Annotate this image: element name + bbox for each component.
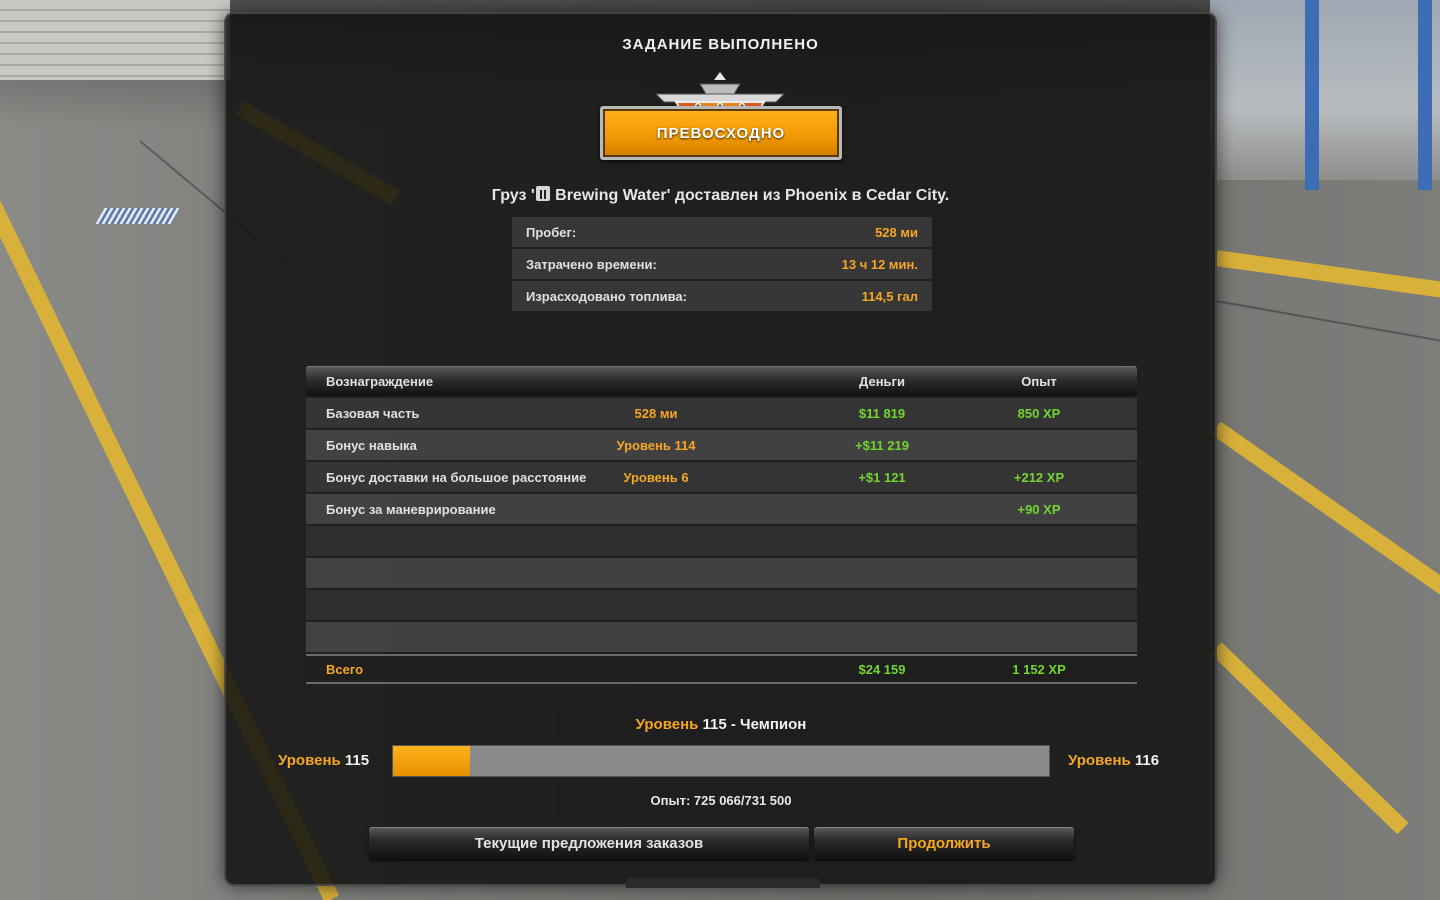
reward-xp: 850 XP <box>1017 405 1061 421</box>
rewards-table: Вознаграждение Деньги Опыт Базовая часть… <box>306 366 1137 684</box>
total-money: $24 159 <box>858 661 906 677</box>
rewards-header: Вознаграждение Деньги Опыт <box>306 366 1137 396</box>
stat-row-distance: Пробег: 528 ми <box>512 217 932 247</box>
reward-money: +$1 121 <box>858 469 906 485</box>
panel-bottom-tab <box>626 878 820 888</box>
current-level: Уровень 115 <box>278 752 369 769</box>
level-title-rank: 115 - Чемпион <box>702 715 807 733</box>
dialog-title: ЗАДАНИЕ ВЫПОЛНЕНО <box>622 36 819 53</box>
next-level-number: 116 <box>1134 752 1160 769</box>
garage-wall <box>1210 0 1440 180</box>
trip-stats: Пробег: 528 ми Затрачено времени: 13 ч 1… <box>512 217 932 313</box>
reward-row: Бонус за маневрирование +90 XP <box>306 494 1137 524</box>
support-pillar <box>1305 0 1319 190</box>
job-offers-button[interactable]: Текущие предложения заказов <box>369 827 809 859</box>
reward-name: Бонус навыка <box>326 437 417 453</box>
reward-xp: +212 XP <box>1013 469 1065 485</box>
support-pillar <box>1418 0 1432 190</box>
reward-name: Бонус за маневрирование <box>326 501 496 517</box>
reward-total-row: Всего $24 159 1 152 XP <box>306 654 1137 684</box>
xp-readout: Опыт: 725 066/731 500 <box>556 785 886 815</box>
next-level-word: Уровень <box>1068 752 1131 769</box>
reward-row-empty <box>306 558 1137 588</box>
reward-row: Базовая часть 528 ми $11 819 850 XP <box>306 398 1137 428</box>
stat-label: Затрачено времени: <box>526 256 657 272</box>
total-xp: 1 152 XP <box>1012 661 1066 677</box>
rating-plate: ПРЕВОСХОДНО <box>600 106 842 160</box>
header-money: Деньги <box>859 374 905 389</box>
cargo-route: ' доставлен из Phoenix в Cedar City. <box>666 187 950 204</box>
cargo-summary: Груз ' Brewing Water' доставлен из Phoen… <box>226 186 1215 205</box>
floor-seam <box>1215 300 1440 344</box>
floor-stripe <box>1211 421 1440 607</box>
garage-door <box>0 0 230 80</box>
job-completed-dialog: ЗАДАНИЕ ВЫПОЛНЕНО ПРЕВОСХОДНО Груз ' Bre… <box>224 12 1217 888</box>
level-title-word: Уровень <box>635 715 699 733</box>
level-title: Уровень 115 - Чемпион <box>556 709 886 739</box>
stat-label: Израсходовано топлива: <box>526 288 687 304</box>
stat-value: 13 ч 12 мин. <box>841 256 918 272</box>
reward-name: Базовая часть <box>326 405 420 421</box>
stat-row-time: Затрачено времени: 13 ч 12 мин. <box>512 249 932 279</box>
current-level-number: 115 <box>344 752 370 769</box>
cargo-prefix: Груз ' <box>491 187 535 204</box>
rating-badge: ПРЕВОСХОДНО <box>600 72 842 164</box>
stat-label: Пробег: <box>526 224 577 240</box>
floor-stripe <box>1210 642 1409 835</box>
cargo-name: Brewing Water <box>555 187 667 204</box>
reward-row-empty <box>306 590 1137 620</box>
xp-progress-fill <box>393 746 471 776</box>
stat-value: 114,5 гал <box>861 288 918 304</box>
stat-value: 528 ми <box>875 224 918 240</box>
header-reward: Вознаграждение <box>326 374 434 389</box>
stat-row-fuel: Израсходовано топлива: 114,5 гал <box>512 281 932 311</box>
reward-row: Бонус навыка Уровень 114 +$11 219 <box>306 430 1137 460</box>
floor-vent <box>95 208 181 224</box>
header-xp: Опыт <box>1021 374 1057 389</box>
floor-stripe <box>1214 250 1440 303</box>
reward-row: Бонус доставки на большое расстояние Уро… <box>306 462 1137 492</box>
reward-name: Бонус доставки на большое расстояние <box>326 469 587 485</box>
reward-extra: Уровень 6 <box>623 469 689 485</box>
reward-money: +$11 219 <box>855 437 909 453</box>
reward-xp: +90 XP <box>1017 501 1061 517</box>
continue-button[interactable]: Продолжить <box>814 827 1074 859</box>
current-level-word: Уровень <box>278 752 341 769</box>
cargo-crate-icon <box>535 186 550 201</box>
reward-row-empty <box>306 622 1137 652</box>
reward-row-empty <box>306 526 1137 556</box>
reward-extra: 528 ми <box>634 405 678 421</box>
xp-progress-bar <box>392 745 1050 777</box>
reward-money: $11 819 <box>858 405 906 421</box>
reward-extra: Уровень 114 <box>616 437 696 453</box>
rating-label: ПРЕВОСХОДНО <box>656 124 786 142</box>
next-level: Уровень 116 <box>1068 752 1159 769</box>
total-label: Всего <box>326 661 364 677</box>
